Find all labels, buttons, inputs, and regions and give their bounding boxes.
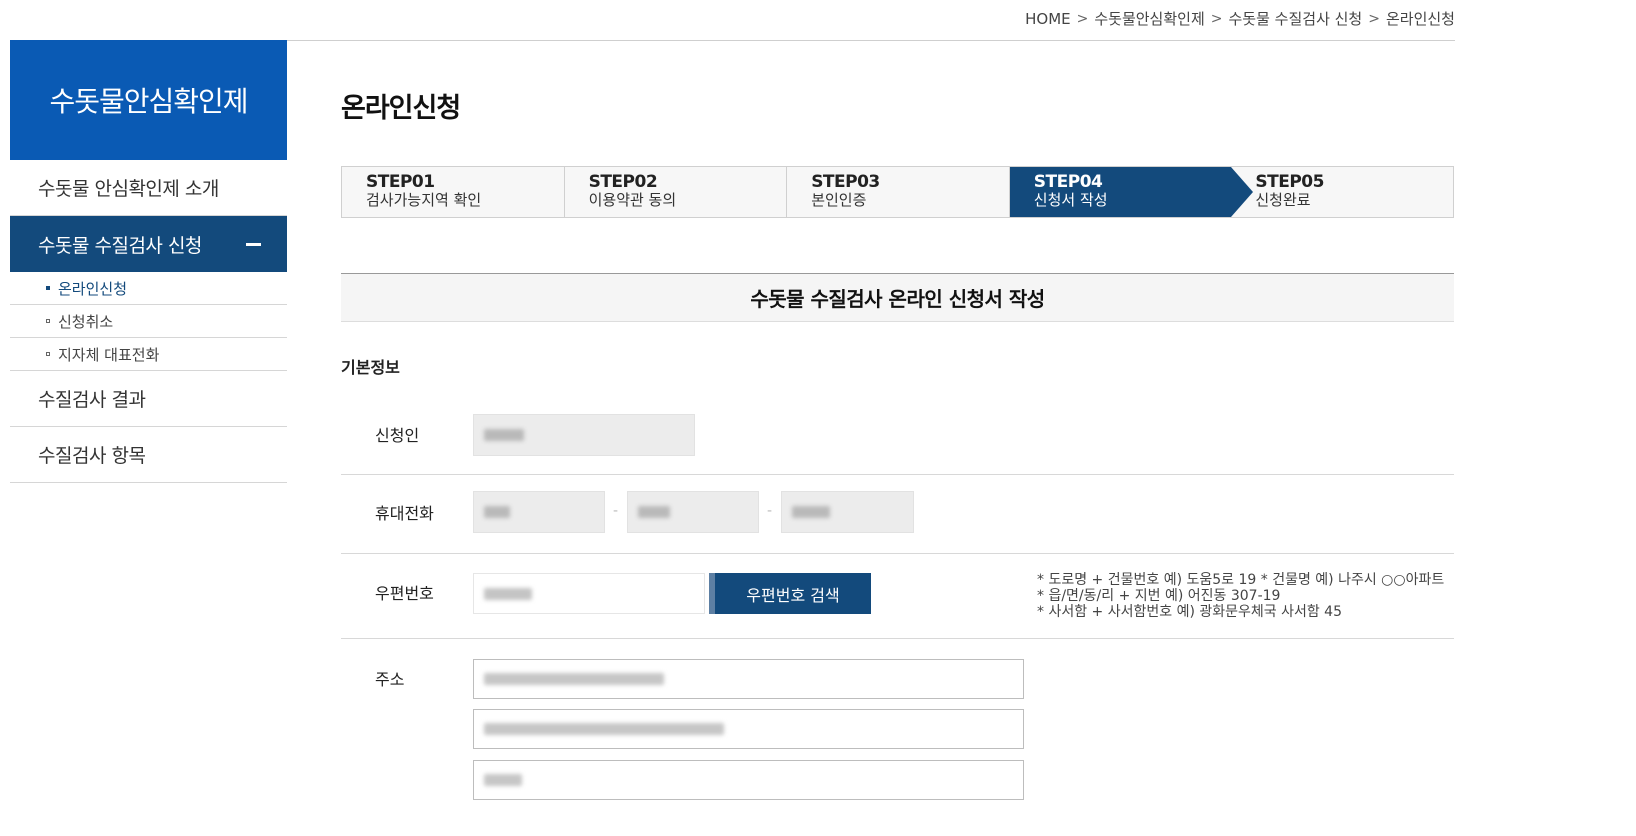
address-label: 주소: [375, 670, 405, 689]
address-field-1[interactable]: [473, 659, 1024, 699]
step-number: STEP03: [811, 172, 880, 192]
step-progress: STEP01 검사가능지역 확인 STEP02 이용약관 동의 STEP03 본…: [341, 166, 1454, 218]
chevron-right-icon: >: [1368, 10, 1380, 27]
sidebar-item-intro[interactable]: 수돗물 안심확인제 소개: [10, 160, 287, 216]
row-divider: [341, 553, 1454, 554]
sidebar-item-label: 수돗물 수질검사 신청: [38, 234, 202, 257]
sidebar-title: 수돗물안심확인제: [10, 40, 287, 160]
phone-separator: -: [613, 503, 619, 519]
step-label: 검사가능지역 확인: [366, 191, 482, 209]
breadcrumb-item[interactable]: 수돗물안심확인제: [1094, 8, 1204, 29]
step-4-current: STEP04 신청서 작성: [1009, 167, 1253, 217]
sidebar-item-results[interactable]: 수질검사 결과: [10, 371, 287, 427]
bullet-icon: [46, 319, 50, 323]
step-5: STEP05 신청완료: [1231, 167, 1453, 217]
applicant-field: [473, 414, 695, 456]
help-line: * 도로명 + 건물번호 예) 도움5로 19 * 건물명 예) 나주시 ○○아…: [1037, 572, 1445, 588]
step-2: STEP02 이용약관 동의: [565, 167, 788, 217]
breadcrumb-current: 온라인신청: [1385, 10, 1455, 28]
sidebar-subitem-label: 신청취소: [58, 312, 114, 331]
sidebar-subitem-online[interactable]: 온라인신청: [10, 272, 287, 305]
redacted-value: [484, 673, 664, 685]
redacted-value: [484, 506, 510, 518]
row-divider: [341, 638, 1454, 639]
zipcode-label: 우편번호: [375, 584, 434, 603]
address-help: * 도로명 + 건물번호 예) 도움5로 19 * 건물명 예) 나주시 ○○아…: [1037, 572, 1444, 620]
redacted-value: [638, 506, 670, 518]
step-label: 신청서 작성: [1033, 191, 1108, 209]
help-line: * 사서함 + 사서함번호 예) 광화문우체국 사서함 45: [1037, 604, 1342, 620]
step-label: 본인인증: [811, 191, 867, 209]
step-number: STEP01: [366, 172, 435, 192]
step-1: STEP01 검사가능지역 확인: [342, 167, 565, 217]
step-label: 신청완료: [1255, 191, 1311, 209]
redacted-value: [484, 723, 724, 735]
redacted-value: [484, 587, 532, 600]
form-title: 수돗물 수질검사 온라인 신청서 작성: [341, 273, 1454, 322]
phone-label: 휴대전화: [375, 504, 434, 523]
chevron-right-icon: >: [1076, 10, 1089, 27]
sidebar-item-items[interactable]: 수질검사 항목: [10, 427, 287, 483]
step-label: 이용약관 동의: [588, 191, 677, 209]
step-number: STEP05: [1255, 172, 1324, 192]
step-number: STEP04: [1033, 172, 1103, 192]
phone-field-1[interactable]: [473, 491, 605, 533]
sidebar-subitem-label: 온라인신청: [58, 279, 128, 298]
phone-field-2[interactable]: [627, 491, 759, 533]
step-number: STEP02: [588, 172, 658, 192]
breadcrumb-item[interactable]: 수돗물 수질검사 신청: [1229, 8, 1363, 29]
sidebar-subitem-cancel[interactable]: 신청취소: [10, 305, 287, 338]
page-title: 온라인신청: [341, 93, 461, 124]
section-heading: 기본정보: [341, 358, 400, 377]
zipcode-search-button[interactable]: 우편번호 검색: [709, 573, 871, 614]
step-3: STEP03 본인인증: [787, 167, 1010, 217]
help-line: * 읍/면/동/리 + 지번 예) 어진동 307-19: [1037, 588, 1281, 604]
sidebar-subitem-phone[interactable]: 지자체 대표전화: [10, 338, 287, 371]
address-field-3[interactable]: [473, 760, 1024, 800]
collapse-icon[interactable]: [246, 242, 261, 246]
redacted-value: [792, 506, 830, 518]
row-divider: [341, 474, 1454, 475]
applicant-label: 신청인: [375, 426, 420, 445]
address-field-2[interactable]: [473, 709, 1024, 749]
breadcrumb: HOME > 수돗물안심확인제 > 수돗물 수질검사 신청 > 온라인신청: [1025, 8, 1455, 29]
redacted-value: [484, 429, 524, 441]
bullet-icon: [46, 352, 50, 356]
zipcode-field[interactable]: [473, 573, 705, 614]
sidebar-subitem-label: 지자체 대표전화: [58, 345, 160, 364]
breadcrumb-home[interactable]: HOME: [1025, 10, 1071, 28]
sidebar-item-apply[interactable]: 수돗물 수질검사 신청: [10, 216, 287, 272]
phone-separator: -: [767, 503, 773, 519]
redacted-value: [484, 774, 522, 786]
bullet-icon: [46, 286, 50, 290]
phone-field-3[interactable]: [781, 491, 914, 533]
sidebar: 수돗물안심확인제 수돗물 안심확인제 소개 수돗물 수질검사 신청 온라인신청 …: [10, 40, 287, 483]
chevron-right-icon: >: [1210, 10, 1223, 27]
